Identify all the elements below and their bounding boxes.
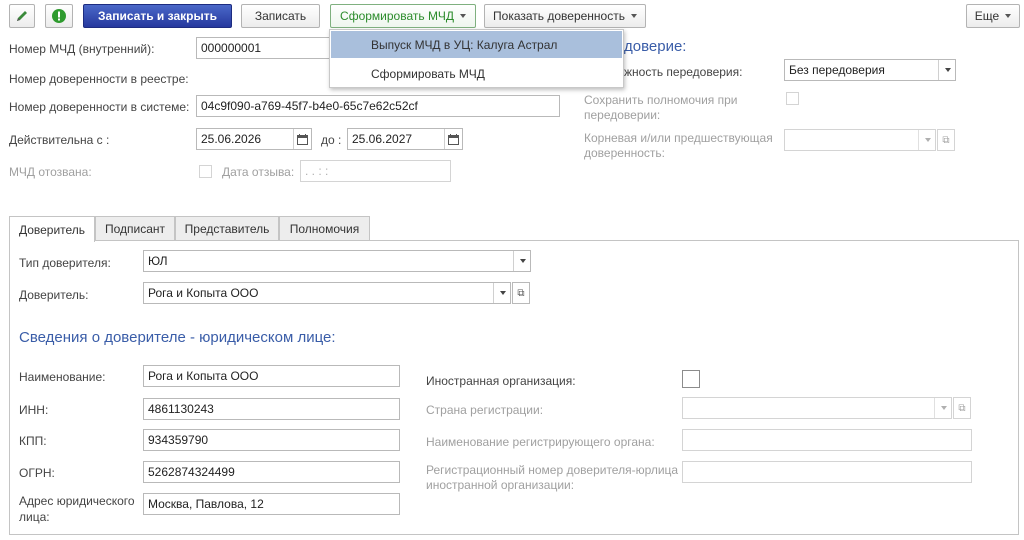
principal-label: Доверитель:	[19, 288, 89, 302]
edit-pen-button[interactable]	[9, 4, 35, 28]
revoke-date-field[interactable]: . . : :	[300, 160, 451, 182]
redelegation-possibility-value: Без передоверия	[789, 63, 885, 77]
address-label-1: Адрес юридического	[19, 494, 135, 508]
chevron-down-icon[interactable]	[918, 130, 935, 150]
principal-value: Рога и Копыта ООО	[148, 286, 259, 300]
ogrn-label: ОГРН:	[19, 466, 55, 480]
valid-to-value: 25.06.2027	[352, 132, 413, 146]
show-poa-label: Показать доверенность	[493, 9, 625, 23]
principal-type-label: Тип доверителя:	[19, 256, 111, 270]
tab-principal[interactable]: Доверитель	[9, 216, 95, 242]
save-and-close-button[interactable]: Записать и закрыть	[83, 4, 232, 28]
tab-signer[interactable]: Подписант	[95, 216, 175, 241]
reg-country-label: Страна регистрации:	[426, 403, 544, 417]
principal-legal-entity-section-title: Сведения о доверителе - юридическом лице…	[19, 329, 336, 346]
name-label: Наименование:	[19, 370, 106, 384]
kpp-label: КПП:	[19, 434, 47, 448]
menu-item-form-mchd[interactable]: Сформировать МЧД	[331, 60, 622, 87]
open-link-icon[interactable]: ⧉	[937, 129, 955, 151]
valid-to-label: до :	[321, 133, 342, 147]
revoked-checkbox[interactable]	[199, 165, 212, 178]
form-mchd-label: Сформировать МЧД	[340, 9, 454, 23]
reg-country-select[interactable]	[682, 397, 952, 419]
tab-representative[interactable]: Представитель	[175, 216, 279, 241]
redelegation-possibility-select[interactable]: Без передоверия	[784, 59, 956, 81]
name-field[interactable]: Рога и Копыта ООО	[143, 365, 400, 387]
keep-powers-label-2: передоверии:	[584, 108, 661, 122]
calendar-icon[interactable]	[444, 129, 462, 149]
more-label: Еще	[974, 9, 1000, 23]
address-field[interactable]: Москва, Павлова, 12	[143, 493, 400, 515]
registry-number-label: Номер доверенности в реестре:	[9, 72, 189, 86]
redelegation-section-title: доверие:	[624, 38, 687, 55]
principal-select[interactable]: Рога и Копыта ООО	[143, 282, 511, 304]
valid-to-field[interactable]: 25.06.2027	[347, 128, 463, 150]
reg-authority-field[interactable]	[682, 429, 972, 451]
exclamation-icon	[52, 9, 66, 23]
open-link-icon[interactable]: ⧉	[512, 282, 530, 304]
save-button[interactable]: Записать	[241, 4, 320, 28]
chevron-down-icon[interactable]	[513, 251, 530, 271]
keep-powers-checkbox[interactable]	[786, 92, 799, 105]
open-link-icon[interactable]: ⧉	[953, 397, 971, 419]
revoked-label: МЧД отозвана:	[9, 165, 92, 179]
valid-from-label: Действительна с :	[9, 133, 110, 147]
show-poa-button[interactable]: Показать доверенность	[484, 4, 646, 28]
reg-authority-label: Наименование регистрирующего органа:	[426, 435, 655, 449]
reg-number-field[interactable]	[682, 461, 972, 483]
system-number-field[interactable]: 04c9f090-a769-45f7-b4e0-65c7e62c52cf	[196, 95, 560, 117]
reg-number-label-2: иностранной организации:	[426, 478, 575, 492]
valid-from-value: 25.06.2026	[201, 132, 262, 146]
revoke-date-label: Дата отзыва:	[222, 165, 295, 179]
redelegation-possibility-label: жность передоверия:	[624, 65, 743, 79]
valid-from-field[interactable]: 25.06.2026	[196, 128, 312, 150]
root-poa-label-1: Корневая и/или предшествующая	[584, 131, 773, 145]
kpp-field[interactable]: 934359790	[143, 429, 400, 451]
mchd-internal-field[interactable]: 000000001	[196, 37, 330, 59]
reg-number-label-1: Регистрационный номер доверителя-юрлица	[426, 463, 679, 477]
ogrn-field[interactable]: 5262874324499	[143, 461, 400, 483]
root-poa-label-2: доверенность:	[584, 146, 665, 160]
chevron-down-icon[interactable]	[493, 283, 510, 303]
system-number-label: Номер доверенности в системе:	[9, 100, 190, 114]
chevron-down-icon[interactable]	[934, 398, 951, 418]
inn-label: ИНН:	[19, 403, 49, 417]
address-label-2: лица:	[19, 510, 50, 524]
form-mchd-dropdown-menu: Выпуск МЧД в УЦ: Калуга Астрал Сформиров…	[329, 29, 624, 88]
foreign-org-label: Иностранная организация:	[426, 374, 576, 388]
more-button[interactable]: Еще	[966, 4, 1020, 28]
chevron-down-icon	[459, 14, 466, 18]
foreign-org-checkbox[interactable]	[682, 370, 700, 388]
chevron-down-icon	[630, 14, 637, 18]
tab-powers[interactable]: Полномочия	[279, 216, 370, 241]
inn-field[interactable]: 4861130243	[143, 398, 400, 420]
calendar-icon[interactable]	[293, 129, 311, 149]
chevron-down-icon	[1005, 14, 1012, 18]
chevron-down-icon[interactable]	[938, 60, 955, 80]
menu-item-issue-mchd[interactable]: Выпуск МЧД в УЦ: Калуга Астрал	[331, 31, 622, 58]
keep-powers-label-1: Сохранить полномочия при	[584, 93, 738, 107]
root-poa-select[interactable]	[784, 129, 936, 151]
principal-type-select[interactable]: ЮЛ	[143, 250, 531, 272]
pen-icon	[17, 11, 27, 21]
form-mchd-button[interactable]: Сформировать МЧД	[330, 4, 476, 28]
mchd-internal-label: Номер МЧД (внутренний):	[9, 42, 155, 56]
principal-type-value: ЮЛ	[148, 254, 168, 268]
check-button[interactable]	[45, 4, 73, 28]
